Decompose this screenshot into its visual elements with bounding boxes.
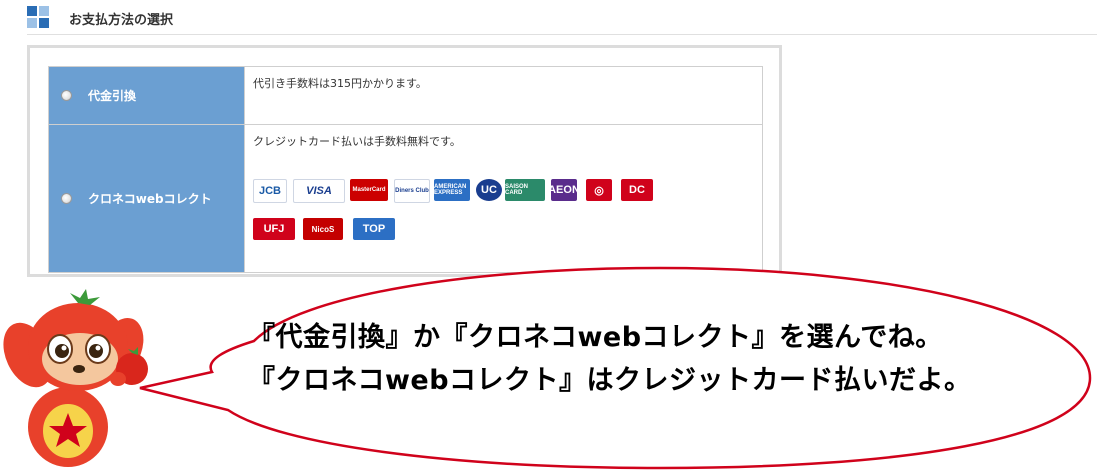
kuroneko-description-cell: クレジットカード払いは手数料無料です。 JCB VISA MasterCard Din… <box>244 124 763 273</box>
kuroneko-label: クロネコwebコレクト <box>88 192 212 206</box>
mascot-nose <box>73 365 85 373</box>
jcb-logo: JCB <box>253 179 287 203</box>
speech-line-1: 『代金引換』か『クロネコwebコレクト』を選んでね。 <box>248 322 943 353</box>
section-header: お支払方法の選択 <box>27 6 1097 35</box>
payment-option-cod-label-cell[interactable]: 代金引換 <box>48 66 245 125</box>
diners-club-logo: Diners Club <box>394 179 430 203</box>
credit-card-logos: JCB VISA MasterCard Diners Club AMERICAN EXP… <box>253 149 762 259</box>
section-divider <box>27 34 1097 35</box>
payment-method-table: 代金引換 代引き手数料は315円かかります。 クロネコwebコレクト クレジット… <box>48 66 763 273</box>
payment-option-kuroneko-row[interactable]: クロネコwebコレクト クレジットカード払いは手数料無料です。 JCB VISA M… <box>48 124 763 273</box>
payment-option-cod-row[interactable]: 代金引換 代引き手数料は315円かかります。 <box>48 66 763 125</box>
aeon-logo: AEON <box>551 179 577 201</box>
cod-description: 代引き手数料は315円かかります。 <box>253 77 427 90</box>
section-squares-icon <box>27 6 49 28</box>
nicos-logo: NicoS <box>303 218 343 240</box>
cod-radio-button[interactable] <box>61 90 72 101</box>
visa-logo: VISA <box>293 179 345 203</box>
section-title: お支払方法の選択 <box>69 13 174 28</box>
payment-option-kuroneko-label-cell[interactable]: クロネコwebコレクト <box>48 124 245 273</box>
mascot-leaf-icon <box>70 289 100 305</box>
ufj-card-logo: UFJ <box>253 218 295 240</box>
orico-logo: ◎ <box>586 179 612 201</box>
saison-card-logo: SAISON CARD <box>505 179 545 201</box>
kuroneko-description: クレジットカード払いは手数料無料です。 <box>253 135 461 148</box>
dc-logo: DC <box>621 179 653 201</box>
cod-description-cell: 代引き手数料は315円かかります。 <box>244 66 763 125</box>
kuroneko-radio-button[interactable] <box>61 193 72 204</box>
payment-method-box: 代金引換 代引き手数料は315円かかります。 クロネコwebコレクト クレジット… <box>27 45 782 277</box>
cod-label: 代金引換 <box>88 89 137 103</box>
tomato-dog-mascot <box>3 289 148 467</box>
speech-line-2: 『クロネコwebコレクト』はクレジットカード払いだよ。 <box>248 365 972 396</box>
tokyu-top-logo: TOP <box>353 218 395 240</box>
speech-bubble-text: 『代金引換』か『クロネコwebコレクト』を選んでね。 『クロネコwebコレクト』… <box>248 316 1068 402</box>
american-express-logo: AMERICAN EXPRESS <box>434 179 470 201</box>
uc-logo: UC <box>476 179 502 201</box>
mastercard-logo: MasterCard <box>350 179 388 201</box>
